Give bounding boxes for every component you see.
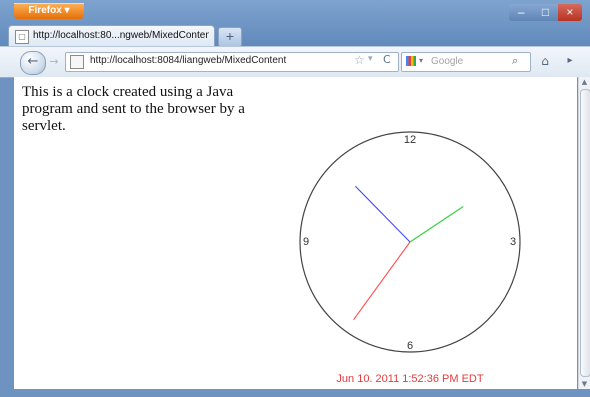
clock-label-6: 6 bbox=[407, 340, 413, 352]
browser-window: Firefox ▾ ‒ □ × ▢ http://localhost:80...… bbox=[0, 0, 590, 397]
vertical-scrollbar[interactable]: ▲ ▼ bbox=[578, 77, 590, 389]
clock-label-12: 12 bbox=[404, 134, 416, 146]
home-icon[interactable]: ⌂ bbox=[535, 52, 555, 70]
back-button[interactable]: ← bbox=[20, 51, 46, 75]
url-dropdown-icon[interactable]: ▾ bbox=[368, 54, 373, 64]
clock-label-9: 9 bbox=[303, 236, 309, 248]
reload-icon[interactable]: C bbox=[383, 53, 391, 66]
firefox-menu-button[interactable]: Firefox ▾ bbox=[14, 3, 84, 19]
search-icon[interactable]: ⌕ bbox=[512, 54, 518, 68]
minimize-button[interactable]: ‒ bbox=[509, 4, 534, 21]
bookmark-star-icon[interactable]: ☆ bbox=[354, 53, 365, 67]
tab-mixedcontent[interactable]: ▢ http://localhost:80...ngweb/MixedConte… bbox=[8, 25, 215, 48]
navigation-toolbar: ← → http://localhost:8084/liangweb/Mixed… bbox=[0, 46, 590, 78]
scroll-down-icon[interactable]: ▼ bbox=[579, 379, 590, 389]
page-description: This is a clock created using a Java pro… bbox=[22, 84, 245, 134]
window-controls: ‒ □ × bbox=[509, 4, 582, 21]
search-engine-icon[interactable] bbox=[406, 56, 416, 66]
search-engine-dropdown-icon[interactable]: ▾ bbox=[419, 56, 423, 65]
page-content: This is a clock created using a Java pro… bbox=[14, 77, 577, 389]
tab-title: http://localhost:80...ngweb/MixedContent bbox=[33, 30, 209, 41]
clock-timestamp: Jun 10, 2011 1:52:36 PM EDT bbox=[336, 373, 483, 382]
address-bar[interactable]: http://localhost:8084/liangweb/MixedCont… bbox=[65, 52, 399, 72]
search-input[interactable]: ▾ Google ⌕ bbox=[401, 52, 531, 72]
url-text: http://localhost:8084/liangweb/MixedCont… bbox=[90, 55, 287, 66]
clock-svg: 12 3 6 9 Jun 10, 2011 1:52:36 PM EDT bbox=[299, 131, 521, 385]
new-tab-button[interactable]: + bbox=[218, 27, 242, 47]
search-placeholder: Google bbox=[431, 56, 464, 67]
clock-second-hand bbox=[353, 241, 411, 320]
maximize-button[interactable]: □ bbox=[533, 4, 558, 21]
site-icon bbox=[70, 55, 84, 69]
scrollbar-thumb[interactable] bbox=[580, 89, 590, 377]
clock-widget: 12 3 6 9 Jun 10, 2011 1:52:36 PM EDT bbox=[294, 122, 534, 385]
forward-button[interactable]: → bbox=[46, 55, 62, 69]
clock-label-3: 3 bbox=[510, 236, 516, 248]
clock-minute-hand bbox=[355, 185, 411, 243]
close-button[interactable]: × bbox=[557, 4, 582, 21]
clock-hour-hand bbox=[409, 206, 464, 243]
tools-icon[interactable]: ▸ bbox=[560, 52, 580, 70]
tab-strip: ▢ http://localhost:80...ngweb/MixedConte… bbox=[0, 23, 590, 48]
scroll-up-icon[interactable]: ▲ bbox=[579, 77, 590, 87]
page-icon: ▢ bbox=[15, 30, 29, 44]
